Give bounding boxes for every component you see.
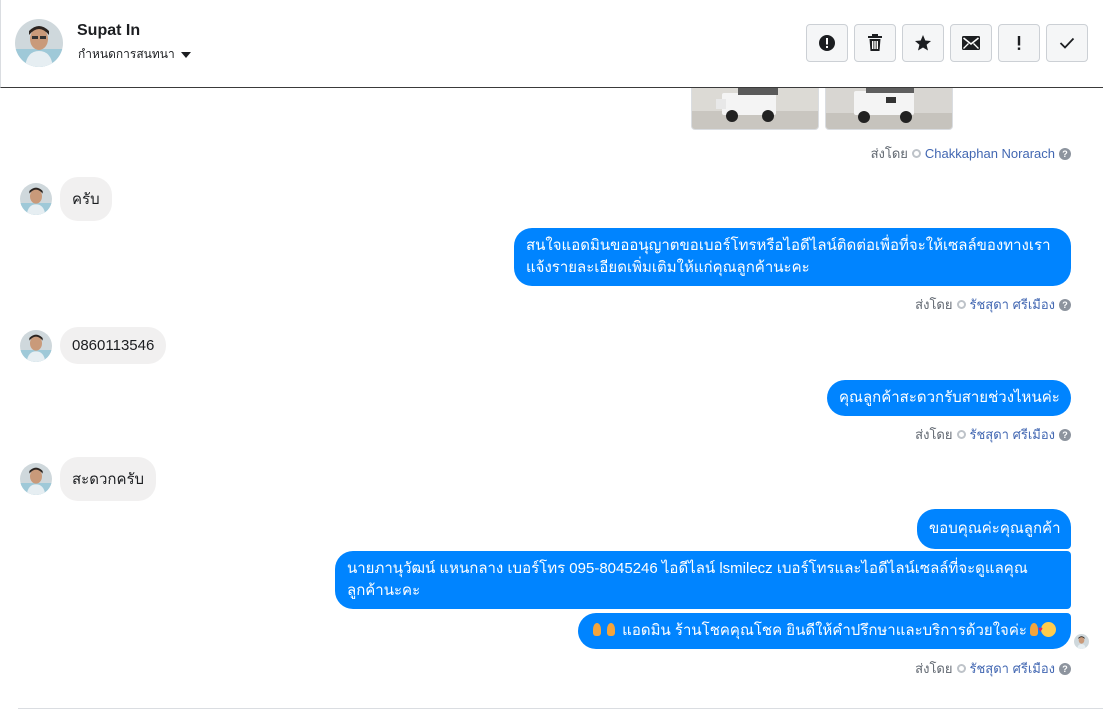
- composer-divider: [18, 708, 1103, 709]
- mark-spam-button[interactable]: [806, 24, 848, 62]
- star-button[interactable]: [902, 24, 944, 62]
- seen-receipt-avatar: [1074, 634, 1089, 649]
- photo-attachment[interactable]: [825, 88, 953, 130]
- folded-hands-emoji-icon: [604, 622, 618, 637]
- sent-by-agent[interactable]: รัชสุดา ศรีเมือง: [970, 294, 1056, 315]
- exclamation-icon: [1017, 36, 1021, 50]
- message-bubble-outgoing[interactable]: ขอบคุณค่ะคุณลูกค้า: [917, 509, 1071, 549]
- message-bubble-outgoing[interactable]: แอดมิน ร้านโชคคุณโชค ยินดีให้คำปรึกษาและ…: [578, 613, 1071, 649]
- mark-done-button[interactable]: [1046, 24, 1088, 62]
- trash-icon: [868, 34, 882, 51]
- sent-by-label: ส่งโดย รัชสุดา ศรีเมือง ?: [915, 658, 1071, 679]
- assign-conversation-dropdown[interactable]: กำหนดการสนทนา: [78, 45, 191, 64]
- contact-avatar-small[interactable]: [20, 183, 52, 215]
- message-text: แอดมิน ร้านโชคคุณโชค ยินดีให้คำปรึกษาและ…: [622, 622, 1027, 639]
- follow-up-button[interactable]: [998, 24, 1040, 62]
- message-bubble[interactable]: 0860113546: [60, 327, 167, 364]
- incoming-message-row: 0860113546: [20, 327, 167, 364]
- message-bubble[interactable]: สะดวกครับ: [60, 457, 157, 501]
- incoming-message-row: สะดวกครับ: [20, 457, 157, 501]
- page-role-icon: [956, 300, 966, 309]
- sent-by-prefix: ส่งโดย: [870, 146, 908, 161]
- smiling-hearts-emoji-icon: [1038, 619, 1056, 641]
- checkmark-icon: [1059, 37, 1075, 49]
- message-bubble[interactable]: ครับ: [60, 177, 112, 221]
- sent-by-agent[interactable]: รัชสุดา ศรีเมือง: [970, 424, 1056, 445]
- folded-hands-emoji-icon: [590, 622, 604, 637]
- sent-by-label: ส่งโดย Chakkaphan Norarach ?: [871, 143, 1071, 164]
- conversation-header: Supat In กำหนดการสนทนา: [0, 0, 1103, 88]
- sent-by-agent[interactable]: รัชสุดา ศรีเมือง: [970, 658, 1056, 679]
- conversation-actions: [806, 24, 1088, 62]
- sent-by-label: ส่งโดย รัชสุดา ศรีเมือง ?: [915, 294, 1071, 315]
- contact-avatar-small[interactable]: [20, 329, 52, 362]
- contact-avatar[interactable]: [15, 19, 63, 67]
- help-icon[interactable]: ?: [1059, 298, 1071, 311]
- message-thread[interactable]: ส่งโดย Chakkaphan Norarach ? ครับ สนใจแอ…: [0, 88, 1103, 711]
- mark-unread-button[interactable]: [950, 24, 992, 62]
- delete-button[interactable]: [854, 24, 896, 62]
- page-role-icon: [956, 664, 966, 673]
- caret-down-icon: [180, 52, 191, 58]
- photo-attachment[interactable]: [691, 88, 819, 130]
- sent-by-agent[interactable]: Chakkaphan Norarach: [925, 146, 1055, 161]
- help-icon[interactable]: ?: [1059, 662, 1071, 675]
- sent-by-prefix: ส่งโดย: [915, 427, 953, 442]
- page-role-icon: [911, 149, 921, 158]
- message-bubble-outgoing[interactable]: นายภานุวัฒน์ แหนกลาง เบอร์โทร 095-804524…: [335, 551, 1071, 609]
- sent-by-label: ส่งโดย รัชสุดา ศรีเมือง ?: [915, 424, 1071, 445]
- contact-avatar-small[interactable]: [20, 463, 52, 495]
- alert-circle-icon: [819, 35, 835, 51]
- incoming-message-row: ครับ: [20, 177, 112, 221]
- envelope-icon: [962, 36, 980, 50]
- star-icon: [915, 35, 931, 51]
- sent-by-prefix: ส่งโดย: [915, 661, 953, 676]
- message-bubble-outgoing[interactable]: สนใจแอดมินขออนุญาตขอเบอร์โทรหรือไอดีไลน์…: [514, 228, 1071, 286]
- help-icon[interactable]: ?: [1059, 147, 1071, 160]
- page-role-icon: [956, 430, 966, 439]
- assign-label: กำหนดการสนทนา: [78, 47, 175, 61]
- sent-by-prefix: ส่งโดย: [915, 297, 953, 312]
- inbox-conversation-view: Supat In กำหนดการสนทนา ส่งโดย Chakkaphan…: [0, 0, 1103, 711]
- message-bubble-outgoing[interactable]: คุณลูกค้าสะดวกรับสายช่วงไหนค่ะ: [827, 380, 1071, 416]
- help-icon[interactable]: ?: [1059, 428, 1071, 441]
- contact-name[interactable]: Supat In: [77, 22, 140, 40]
